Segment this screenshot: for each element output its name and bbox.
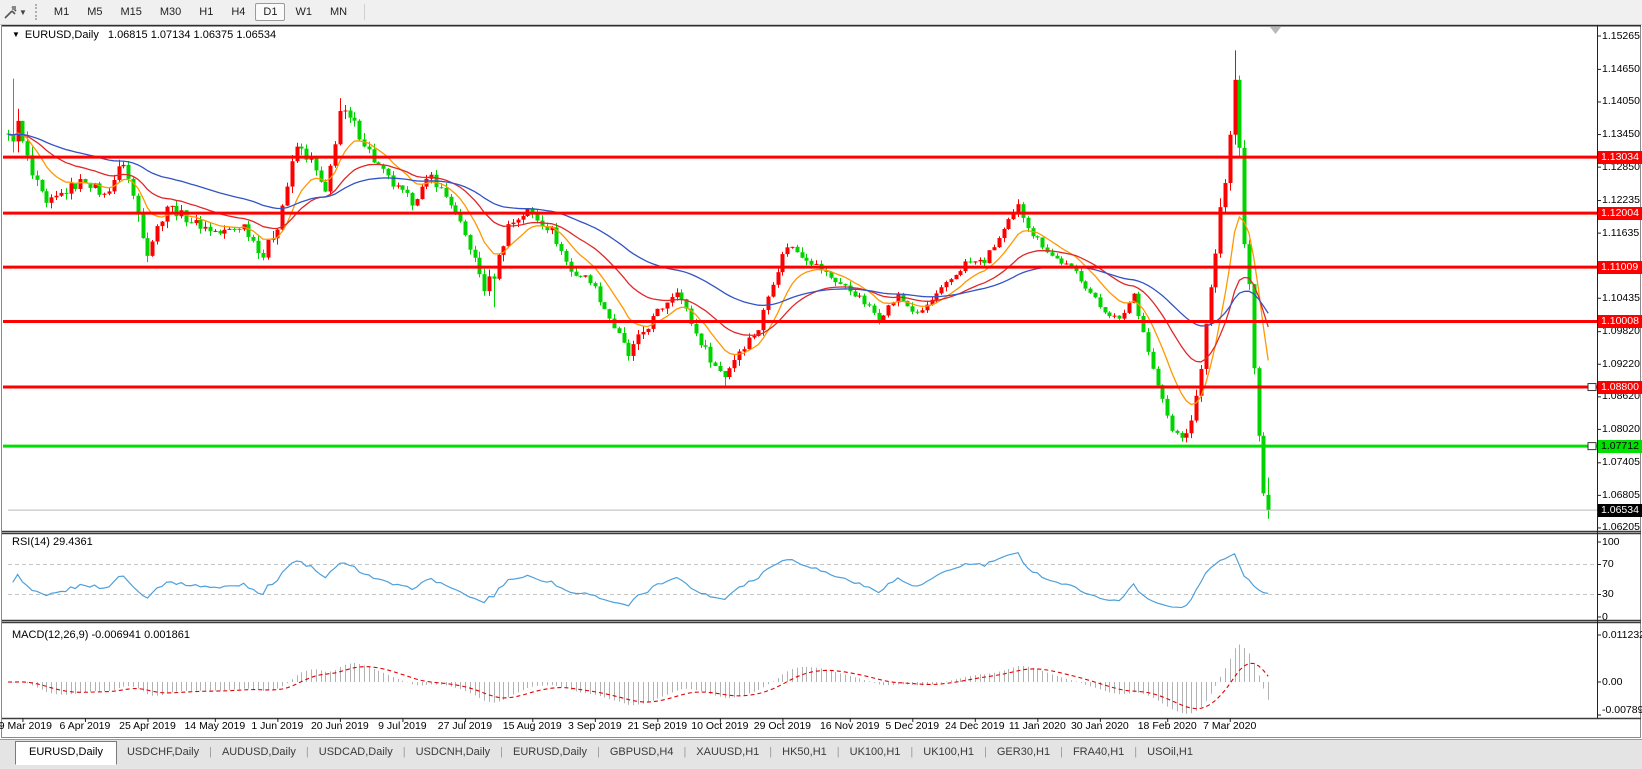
timeframe-button-d1[interactable]: D1 <box>255 3 285 21</box>
chart-tab-bar: EURUSD,DailyUSDCHF,Daily|AUDUSD,Daily|US… <box>0 739 1642 769</box>
toolbar-grip[interactable] <box>35 4 37 20</box>
price-chart-canvas[interactable] <box>0 0 1642 769</box>
fast-ma-line <box>8 133 1268 404</box>
rsi-line <box>13 553 1268 608</box>
timeframe-button-m5[interactable]: M5 <box>79 3 110 21</box>
chart-tab-11[interactable]: GER30,H1 <box>987 742 1060 763</box>
timeframe-toolbar: M1M5M15M30H1H4D1W1MN <box>45 3 356 21</box>
drawing-tool-icon[interactable] <box>1 3 19 21</box>
chart-tab-10[interactable]: UK100,H1 <box>913 742 984 763</box>
timeframe-button-mn[interactable]: MN <box>322 3 355 21</box>
chart-tab-12[interactable]: FRA40,H1 <box>1063 742 1134 763</box>
toolbar: ▼ M1M5M15M30H1H4D1W1MN <box>0 0 1642 25</box>
dropdown-caret-icon[interactable]: ▼ <box>19 8 27 17</box>
hline-handle[interactable] <box>1588 443 1596 450</box>
candles <box>7 50 1271 518</box>
slow-ma-line <box>8 134 1268 326</box>
timeframe-button-w1[interactable]: W1 <box>287 3 320 21</box>
mid-ma-line <box>8 134 1268 362</box>
mt4-window: ▼ M1M5M15M30H1H4D1W1MN ▼EURUSD,Daily1.06… <box>0 0 1642 769</box>
chart-tab-2[interactable]: AUDUSD,Daily <box>212 742 306 763</box>
chart-tab-8[interactable]: HK50,H1 <box>772 742 837 763</box>
chart-tab-0[interactable]: EURUSD,Daily <box>15 741 117 765</box>
hline-handle[interactable] <box>1588 384 1596 391</box>
timeframe-button-m15[interactable]: M15 <box>112 3 149 21</box>
chart-tabs: EURUSD,DailyUSDCHF,Daily|AUDUSD,Daily|US… <box>15 740 1203 765</box>
chart-shift-marker[interactable] <box>1270 27 1281 34</box>
timeframe-button-m30[interactable]: M30 <box>152 3 189 21</box>
chart-tab-7[interactable]: XAUUSD,H1 <box>686 742 769 763</box>
chart-tab-3[interactable]: USDCAD,Daily <box>309 742 403 763</box>
timeframe-button-h1[interactable]: H1 <box>191 3 221 21</box>
macd-histogram <box>9 645 1269 714</box>
chart-tab-5[interactable]: EURUSD,Daily <box>503 742 597 763</box>
chart-tab-9[interactable]: UK100,H1 <box>840 742 911 763</box>
chart-tab-6[interactable]: GBPUSD,H4 <box>600 742 684 763</box>
toolbar-separator <box>364 4 365 20</box>
timeframe-button-h4[interactable]: H4 <box>223 3 253 21</box>
timeframe-button-m1[interactable]: M1 <box>46 3 77 21</box>
chart-tab-1[interactable]: USDCHF,Daily <box>117 742 209 763</box>
chart-tab-13[interactable]: USOil,H1 <box>1137 742 1203 763</box>
chart-tab-4[interactable]: USDCNH,Daily <box>406 742 501 763</box>
